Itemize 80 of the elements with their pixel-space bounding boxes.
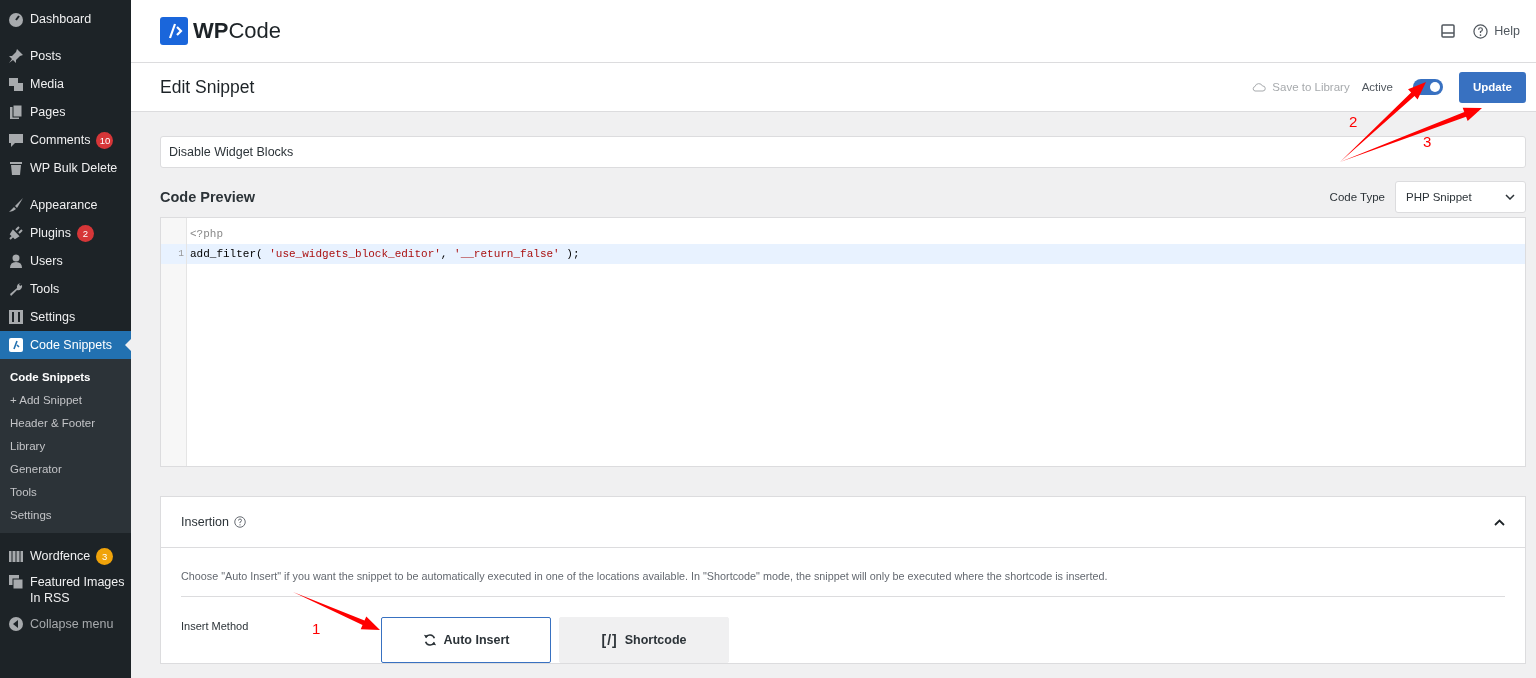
pages-icon bbox=[8, 104, 24, 120]
sidebar-item-label: Posts bbox=[30, 49, 62, 63]
sidebar-item-label: Appearance bbox=[30, 198, 98, 212]
sidebar-item-label: Media bbox=[30, 77, 65, 91]
submenu-item[interactable]: Library bbox=[0, 435, 131, 458]
sidebar-item-label: Pages bbox=[30, 105, 66, 119]
section-heading: Code Preview bbox=[160, 189, 257, 205]
plug-icon bbox=[8, 225, 24, 241]
sidebar-item-label: Code Snippets bbox=[30, 338, 112, 352]
code-icon bbox=[8, 337, 24, 353]
gauge-icon bbox=[8, 11, 24, 27]
logo-text: WPCode bbox=[193, 18, 282, 44]
count-badge: 10 bbox=[96, 131, 114, 149]
submenu-item[interactable]: Header & Footer bbox=[0, 412, 131, 435]
sidebar-item[interactable]: WP Bulk Delete bbox=[0, 154, 131, 182]
help-icon bbox=[1473, 23, 1489, 39]
sidebar-item[interactable]: Users bbox=[0, 247, 131, 275]
submenu-item[interactable]: Tools bbox=[0, 481, 131, 504]
annotation-number: 2 bbox=[1349, 113, 1358, 130]
inbox-icon[interactable] bbox=[1441, 24, 1456, 38]
images-icon bbox=[8, 574, 24, 590]
shortcode-icon: [/] bbox=[601, 632, 618, 648]
line-number: 1 bbox=[178, 248, 184, 259]
help-icon[interactable] bbox=[233, 516, 246, 528]
sidebar-item[interactable]: Appearance bbox=[0, 191, 131, 219]
annotation-number: 3 bbox=[1423, 133, 1432, 150]
active-label: Active bbox=[1361, 81, 1393, 93]
submenu-item[interactable]: + Add Snippet bbox=[0, 389, 131, 412]
annotation-number: 1 bbox=[312, 620, 321, 637]
code-type-label: Code Type bbox=[1329, 191, 1385, 203]
sidebar-item[interactable]: Media bbox=[0, 70, 131, 98]
sidebar-item-label: Collapse menu bbox=[30, 617, 114, 631]
help-link[interactable]: Help bbox=[1473, 23, 1520, 39]
insert-method-option[interactable]: [/] Shortcode bbox=[559, 617, 729, 663]
logo-icon bbox=[160, 17, 188, 45]
submenu-item[interactable]: Code Snippets bbox=[0, 366, 131, 389]
sidebar-item[interactable]: Settings bbox=[0, 303, 131, 331]
submenu-item[interactable]: Settings bbox=[0, 504, 131, 527]
count-badge: 3 bbox=[96, 547, 114, 565]
wrench-icon bbox=[8, 281, 24, 297]
update-button[interactable]: Update bbox=[1459, 71, 1526, 103]
trash-icon bbox=[8, 160, 24, 176]
chevron-down-icon bbox=[1505, 194, 1515, 200]
insert-method-label: Insert Method bbox=[181, 620, 249, 632]
sidebar-item-label: Featured Images In RSS bbox=[30, 574, 126, 606]
sidebar-item[interactable]: Featured Images In RSS bbox=[0, 570, 131, 610]
sidebar-item-label: Dashboard bbox=[30, 12, 92, 26]
sidebar-item-label: Settings bbox=[30, 310, 76, 324]
collapse-icon bbox=[8, 616, 24, 632]
sidebar-item-label: WP Bulk Delete bbox=[30, 161, 118, 175]
chevron-up-icon[interactable] bbox=[1494, 518, 1505, 526]
sidebar-item-label: Tools bbox=[30, 282, 60, 296]
sidebar-item-label: Users bbox=[30, 254, 63, 268]
refresh-icon bbox=[422, 633, 437, 647]
sidebar-item[interactable]: Comments 10 bbox=[0, 126, 131, 154]
sidebar-item[interactable]: Plugins 2 bbox=[0, 219, 131, 247]
sidebar-item-label: Wordfence bbox=[30, 549, 91, 563]
sidebar-item-label: Plugins bbox=[30, 226, 71, 240]
sidebar-item[interactable]: Code Snippets bbox=[0, 331, 131, 359]
sidebar-item[interactable]: Collapse menu bbox=[0, 610, 131, 638]
code-type-dropdown[interactable]: PHP Snippet bbox=[1395, 181, 1526, 213]
count-badge: 2 bbox=[77, 224, 94, 242]
speech-bubble-icon bbox=[8, 132, 24, 148]
insert-method-option[interactable]: Auto Insert bbox=[381, 617, 551, 663]
code-line: <?php bbox=[189, 227, 224, 242]
panel-heading: Insertion bbox=[181, 515, 229, 529]
submenu-item[interactable]: Generator bbox=[0, 458, 131, 481]
sidebar-item[interactable]: Posts bbox=[0, 42, 131, 70]
sidebar-item[interactable]: Dashboard bbox=[0, 5, 131, 33]
sidebar-item[interactable]: Wordfence 3 bbox=[0, 542, 131, 570]
sidebar-item[interactable]: Tools bbox=[0, 275, 131, 303]
cloud-icon bbox=[1251, 82, 1267, 92]
sidebar-item[interactable]: Pages bbox=[0, 98, 131, 126]
description-text: Choose "Auto Insert" if you want the snippet to be automatically executed in one of the locations available. In "Shortcode" mode, the snippet will only be executed where the shortcode is inserted. bbox=[181, 570, 1109, 582]
pin-icon bbox=[8, 48, 24, 64]
code-editor[interactable]: 1 <?php add_filter( 'use_widgets_block_editor', '__return_false' ); bbox=[160, 217, 1526, 467]
media-icon bbox=[8, 76, 24, 92]
page-title: Edit Snippet bbox=[160, 76, 256, 98]
sidebar-item-label: Comments bbox=[30, 133, 91, 147]
person-icon bbox=[8, 253, 24, 269]
